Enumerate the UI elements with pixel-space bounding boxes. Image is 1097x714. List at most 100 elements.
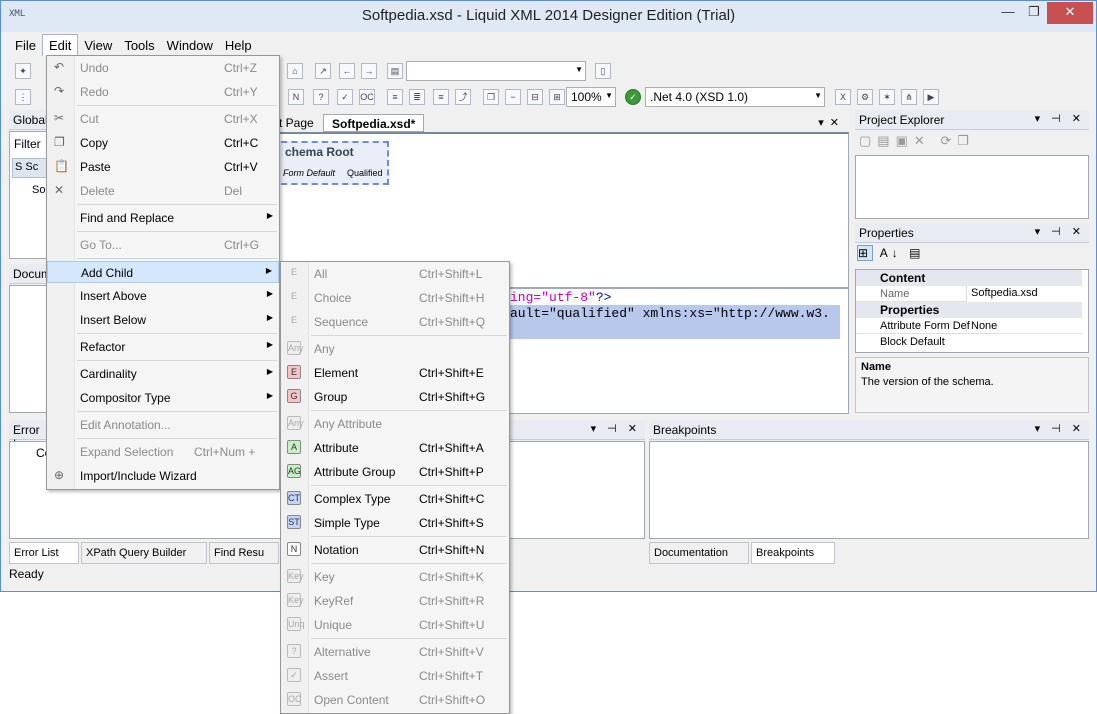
edit-menu-item-find-and-replace[interactable]: Find and Replace ▶ xyxy=(47,207,279,229)
tab-documentation[interactable]: Documentation xyxy=(649,542,749,564)
tab-softpedia-xsd[interactable]: Softpedia.xsd* xyxy=(323,114,425,132)
add-child-item-group[interactable]: G Group Ctrl+Shift+G xyxy=(281,386,509,408)
tab-breakpoints[interactable]: Breakpoints xyxy=(751,542,835,564)
schema-item[interactable]: S Sc xyxy=(12,158,48,178)
add-child-item-sequence[interactable]: E Sequence Ctrl+Shift+Q xyxy=(281,311,509,333)
add-child-item-key[interactable]: Key Key Ctrl+Shift+K xyxy=(281,566,509,588)
minus-icon[interactable]: ⊟ xyxy=(527,89,543,105)
categorized-icon: ⊞ xyxy=(857,245,874,261)
magic-icon[interactable]: ✶ xyxy=(879,89,895,105)
prop-block-default-row[interactable]: Block Default xyxy=(856,334,1082,350)
back-icon[interactable]: ← xyxy=(339,63,355,79)
settings-icon[interactable]: ⚙ xyxy=(857,89,873,105)
minimize-icon[interactable]: — xyxy=(995,2,1021,24)
form-default-label: Form Default xyxy=(283,168,336,178)
tab-find-results[interactable]: Find Resu xyxy=(209,542,279,564)
attribute-group-icon: AG xyxy=(287,464,302,478)
check-icon[interactable]: ✓ xyxy=(337,89,353,105)
add-child-item-notation[interactable]: N Notation Ctrl+Shift+N xyxy=(281,539,509,561)
home-icon[interactable]: ⌂ xyxy=(287,63,303,79)
prop-name-row[interactable]: Name Softpedia.xsd xyxy=(856,286,1082,302)
add-child-item-all[interactable]: E All Ctrl+Shift+L xyxy=(281,263,509,285)
zoom-combo[interactable]: 100% ▼ xyxy=(566,87,616,107)
add-child-item-alternative[interactable]: ? Alternative Ctrl+Shift+V xyxy=(281,641,509,663)
prop-attr-form-row[interactable]: Attribute Form Def None xyxy=(856,318,1082,334)
add-child-item-any[interactable]: Any Any xyxy=(281,338,509,360)
xml-icon[interactable]: X xyxy=(835,89,851,105)
layout-icon[interactable]: ≡ xyxy=(387,89,403,105)
hierarchy-icon[interactable]: ⋔ xyxy=(901,89,917,105)
edit-menu-item-cut[interactable]: ✂ Cut Ctrl+X xyxy=(47,108,279,130)
edit-menu-item-copy[interactable]: ❐ Copy Ctrl+C xyxy=(47,132,279,154)
schema-root-node[interactable]: chema Root Form Default Qualified xyxy=(271,141,389,185)
add-child-item-attribute-group[interactable]: AG Attribute Group Ctrl+Shift+P xyxy=(281,461,509,483)
tab-error-list[interactable]: Error List xyxy=(9,542,79,564)
edit-menu-item-cardinality[interactable]: Cardinality ▶ xyxy=(47,363,279,385)
menu-tools[interactable]: Tools xyxy=(118,35,160,56)
edit-menu-item-insert-below[interactable]: Insert Below ▶ xyxy=(47,309,279,331)
project-toolbar-icons[interactable]: ▢▤▣✕ ⟳❐ xyxy=(859,133,975,149)
edit-menu-item-undo[interactable]: ↶ Undo Ctrl+Z xyxy=(47,57,279,79)
page-icon[interactable]: ▯ xyxy=(595,63,611,79)
edit-menu-item-add-child[interactable]: Add Child ▶ xyxy=(47,261,279,283)
edit-menu-item-refactor[interactable]: Refactor ▶ xyxy=(47,336,279,358)
layout2-icon[interactable]: ≣ xyxy=(409,89,425,105)
navigate-icon[interactable]: ↗ xyxy=(315,63,331,79)
framework-combo[interactable]: .Net 4.0 (XSD 1.0) ▼ xyxy=(645,87,825,107)
edit-menu-item-edit-annotation[interactable]: Edit Annotation... xyxy=(47,414,279,436)
add-child-item-open-content[interactable]: OC Open Content Ctrl+Shift+O xyxy=(281,689,509,711)
new-icon[interactable]: ✦ xyxy=(15,63,31,79)
tab-xpath-query-builder[interactable]: XPath Query Builder xyxy=(81,542,207,564)
add-child-item-complex-type[interactable]: CT Complex Type Ctrl+Shift+C xyxy=(281,488,509,510)
collapse-icon[interactable]: − xyxy=(505,89,521,105)
properties-toolbar[interactable]: ⊞ A↓ ▤ xyxy=(857,245,924,261)
plus-icon[interactable]: ⊞ xyxy=(549,89,565,105)
add-child-item-choice[interactable]: E Choice Ctrl+Shift+H xyxy=(281,287,509,309)
group-icon: G xyxy=(287,389,301,403)
oc-icon[interactable]: OC xyxy=(359,89,375,105)
menu-window[interactable]: Window xyxy=(161,35,219,56)
menu-file[interactable]: File xyxy=(9,35,42,56)
folder-icon[interactable]: ▤ xyxy=(387,63,403,79)
navigation-combo[interactable]: ▼ xyxy=(406,61,586,81)
menu-item-shortcut: Ctrl+G xyxy=(224,238,260,252)
validate-icon[interactable]: ✓ xyxy=(625,89,641,105)
add-child-item-element[interactable]: E Element Ctrl+Shift+E xyxy=(281,362,509,384)
menu-help[interactable]: Help xyxy=(219,35,258,56)
maximize-icon[interactable]: ❐ xyxy=(1021,2,1047,24)
run-icon[interactable]: ▶ xyxy=(923,89,939,105)
edit-menu-item-insert-above[interactable]: Insert Above ▶ xyxy=(47,285,279,307)
breakpoints-title: Breakpoints xyxy=(653,423,717,437)
prop-name-value[interactable]: Softpedia.xsd xyxy=(966,286,1082,302)
add-child-item-assert[interactable]: ✓ Assert Ctrl+Shift+T xyxy=(281,665,509,687)
code-line-1: ing="utf-8"?> xyxy=(510,290,612,305)
edit-menu-item-paste[interactable]: 📋 Paste Ctrl+V xyxy=(47,156,279,178)
layout3-icon[interactable]: ≡ xyxy=(433,89,449,105)
tab-start-page[interactable]: t Page xyxy=(279,116,314,130)
edit-menu-item-go-to[interactable]: Go To... Ctrl+G xyxy=(47,234,279,256)
edit-menu-item-delete[interactable]: ✕ Delete Del xyxy=(47,180,279,202)
close-icon[interactable]: ✕ xyxy=(1047,2,1093,24)
menu-edit[interactable]: Edit xyxy=(41,34,79,56)
schema-child-item[interactable]: So xyxy=(32,184,45,196)
doc-icon[interactable]: ? xyxy=(313,89,329,105)
add-child-item-attribute[interactable]: A Attribute Ctrl+Shift+A xyxy=(281,437,509,459)
edit-menu-item-expand-selection[interactable]: Expand Selection Ctrl+Num + xyxy=(47,441,279,463)
menu-view[interactable]: View xyxy=(78,35,118,56)
menu-item-shortcut: Ctrl+Shift+H xyxy=(419,291,485,305)
add-child-item-any-attribute[interactable]: Any Any Attribute xyxy=(281,413,509,435)
add-child-item-unique[interactable]: Unq Unique Ctrl+Shift+U xyxy=(281,614,509,636)
tree-icon[interactable]: ⋮ xyxy=(15,89,31,105)
edit-menu-icon-2: ✂ xyxy=(54,111,65,125)
edit-menu-item-redo[interactable]: ↷ Redo Ctrl+Y xyxy=(47,81,279,103)
edit-menu-item-compositor-type[interactable]: Compositor Type ▶ xyxy=(47,387,279,409)
status-text: Ready xyxy=(9,567,44,581)
edit-menu-item-import-include-wizard[interactable]: ⊕ Import/Include Wizard xyxy=(47,465,279,487)
add-child-item-keyref[interactable]: Key KeyRef Ctrl+Shift+R xyxy=(281,590,509,612)
editor-tab-controls[interactable]: ▾✕ xyxy=(818,116,845,129)
notation-icon[interactable]: N xyxy=(288,89,304,105)
forward-icon[interactable]: → xyxy=(361,63,377,79)
add-child-item-simple-type[interactable]: ST Simple Type Ctrl+Shift+S xyxy=(281,512,509,534)
layout4-icon[interactable]: ⤴ xyxy=(455,89,471,105)
copy-small-icon[interactable]: ❐ xyxy=(483,89,499,105)
